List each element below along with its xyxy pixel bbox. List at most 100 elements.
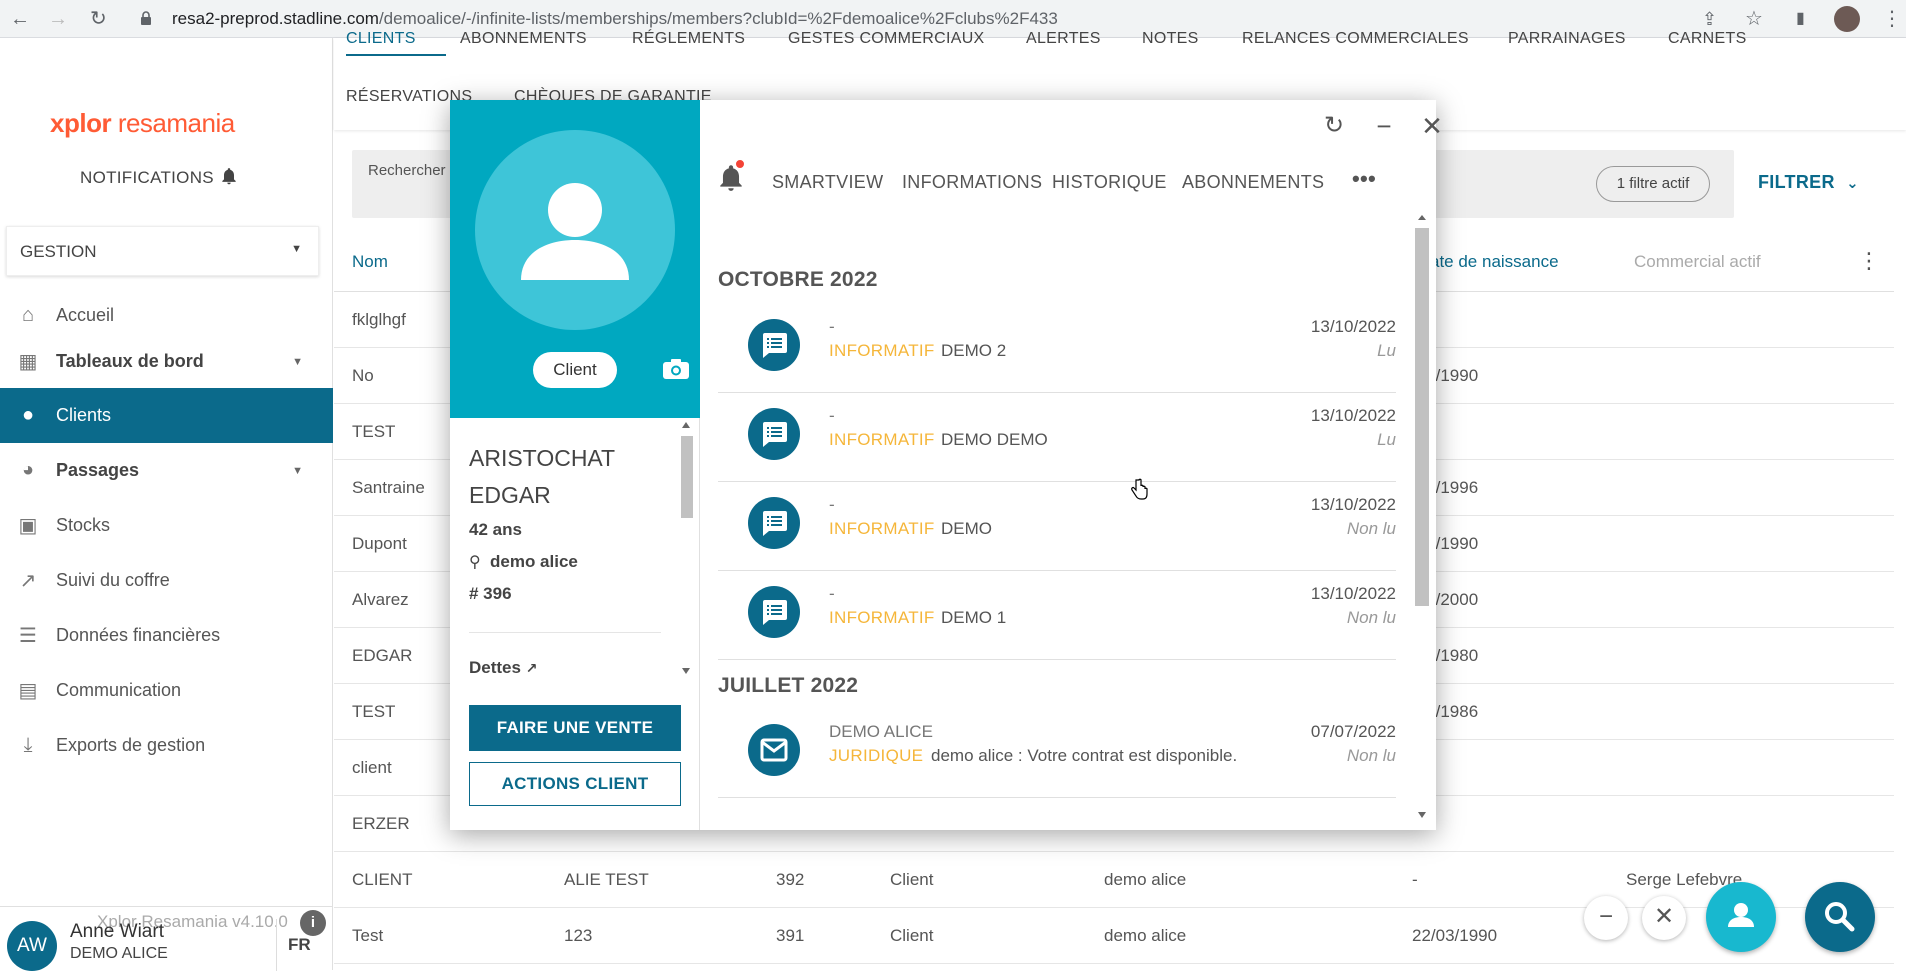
address-bar[interactable]: resa2-preprod.stadline.com/demoalice/-/i… [172, 6, 1782, 32]
gestion-select[interactable]: GESTION ▼ [6, 226, 319, 276]
location-pin-icon: ⚲ [469, 554, 481, 571]
event-read-status: Lu [1377, 430, 1396, 449]
sidebar-item-stocks[interactable]: ▣ Stocks [0, 498, 333, 553]
history-event[interactable]: - INFORMATIF DEMO 1 13/10/2022 Non lu [718, 572, 1396, 660]
download-icon: ⤓ [23, 734, 33, 756]
event-author: - [829, 317, 835, 336]
search-fab[interactable] [1805, 882, 1875, 952]
event-category: INFORMATIF [829, 341, 935, 360]
sidebar-item-passages[interactable]: ◕ Passages ▼ [0, 443, 333, 498]
event-subject: DEMO 1 [941, 608, 1007, 627]
event-date: 07/07/2022 [1310, 722, 1396, 741]
share-icon[interactable]: ⇪ [1702, 9, 1717, 29]
sidebar-item-tableaux-de-bord[interactable]: ▦ Tableaux de bord ▼ [0, 334, 333, 389]
tab-reglements[interactable]: RÉGLEMENTS [632, 30, 745, 48]
scrollbar[interactable] [678, 418, 694, 680]
event-subject: DEMO [941, 519, 992, 538]
event-type-badge [748, 408, 800, 460]
event-date: 13/10/2022 [1310, 406, 1396, 425]
sidebar-item-suivi-du-coffre[interactable]: ↗ Suivi du coffre [0, 553, 333, 608]
history-event[interactable]: - INFORMATIF DEMO 13/10/2022 Non lu [718, 483, 1396, 571]
notifications-button[interactable]: NOTIFICATIONS [80, 166, 239, 188]
event-subject: demo alice : Votre contrat est disponibl… [931, 746, 1238, 765]
column-options-kebab-icon[interactable]: ⋮ [1858, 248, 1880, 274]
more-horizontal-icon[interactable]: ••• [1352, 166, 1376, 192]
client-firstname: EDGAR [469, 482, 551, 508]
message-icon [763, 422, 787, 447]
side-panel-icon[interactable]: ▮ [1796, 9, 1805, 29]
tab-parrainages[interactable]: PARRAINAGES [1508, 30, 1626, 48]
language-switch[interactable]: FR [288, 935, 311, 955]
month-header: JUILLET 2022 [718, 674, 859, 697]
column-header-nom[interactable]: Nom [352, 252, 388, 272]
back-arrow-icon[interactable]: ← [10, 9, 30, 29]
faire-une-vente-button[interactable]: FAIRE UNE VENTE [469, 705, 681, 751]
event-type-badge [748, 586, 800, 638]
divider [276, 919, 277, 971]
minimize-icon[interactable]: − [1370, 112, 1398, 140]
sidebar-item-donnees-financieres[interactable]: ☰ Données financières [0, 608, 333, 663]
table-cell-nom: client [352, 758, 392, 777]
search-input[interactable]: Rechercher [368, 162, 446, 179]
event-category: INFORMATIF [829, 608, 935, 627]
sidebar-item-exports-de-gestion[interactable]: ⤓ Exports de gestion [0, 718, 333, 773]
tab-notes[interactable]: NOTES [1142, 30, 1199, 48]
client-club: demo alice [490, 552, 578, 571]
dettes-link[interactable]: Dettes ↗ [469, 658, 537, 678]
menu-kebab-icon[interactable]: ⋮ [1882, 9, 1902, 29]
history-event[interactable]: - INFORMATIF DEMO 2 13/10/2022 Lu [718, 305, 1396, 393]
table-cell-type: Client [890, 926, 934, 945]
tab-clients[interactable]: CLIENTS [346, 30, 416, 48]
tab-relances-commerciales[interactable]: RELANCES COMMERCIALES [1242, 30, 1469, 48]
month-header: OCTOBRE 2022 [718, 268, 878, 291]
client-type-chip: Client [533, 352, 617, 388]
history-event[interactable]: DEMO ALICE JURIDIQUE demo alice : Votre co… [718, 710, 1396, 798]
bookmark-star-icon[interactable]: ☆ [1745, 9, 1763, 29]
sidebar-item-label: Clients [56, 405, 112, 425]
column-header-naissance[interactable]: ate de naissance [1430, 252, 1559, 272]
tab-gestes-commerciaux[interactable]: GESTES COMMERCIAUX [788, 30, 985, 48]
client-lastname: ARISTOCHAT [469, 445, 616, 471]
client-fab[interactable] [1706, 882, 1776, 952]
tab-alertes[interactable]: ALERTES [1026, 30, 1101, 48]
active-filter-chip[interactable]: 1 filtre actif [1596, 166, 1710, 202]
tab-abonnements[interactable]: ABONNEMENTS [460, 30, 587, 48]
actions-client-button[interactable]: ACTIONS CLIENT [469, 762, 681, 806]
event-author: - [829, 495, 835, 514]
external-link-icon: ↗ [525, 660, 538, 676]
tab-historique[interactable]: HISTORIQUE [1052, 172, 1167, 193]
forward-arrow-icon[interactable]: → [48, 9, 68, 29]
tab-abonnements[interactable]: ABONNEMENTS [1182, 172, 1324, 193]
column-header-commercial[interactable]: Commercial actif [1634, 252, 1761, 272]
history-event[interactable]: - INFORMATIF DEMO DEMO 13/10/2022 Lu [718, 394, 1396, 482]
filter-button[interactable]: FILTRER ⌄ [1758, 172, 1859, 193]
event-type-badge [748, 724, 800, 776]
event-type-badge [748, 497, 800, 549]
event-date: 13/10/2022 [1310, 495, 1396, 514]
close-fab[interactable]: ✕ [1642, 896, 1686, 940]
scrollbar[interactable] [1412, 212, 1432, 824]
sidebar-item-communication[interactable]: ▤ Communication [0, 663, 333, 718]
table-cell-nom: ERZER [352, 814, 410, 833]
profile-avatar[interactable] [1834, 6, 1860, 32]
event-subject: DEMO 2 [941, 341, 1007, 360]
sidebar-item-label: Accueil [56, 305, 115, 325]
table-cell-naissance: - [1412, 870, 1418, 889]
table-cell-type: Client [890, 870, 934, 889]
tab-informations[interactable]: INFORMATIONS [902, 172, 1042, 193]
avatar[interactable]: AW [7, 921, 57, 971]
mail-icon [760, 738, 788, 762]
refresh-icon[interactable]: ↻ [1320, 112, 1348, 140]
event-read-status: Non lu [1346, 519, 1396, 538]
logo-xplor: xplor [50, 108, 112, 138]
close-icon[interactable]: ✕ [1418, 112, 1446, 140]
camera-icon[interactable] [662, 358, 690, 380]
reload-icon[interactable]: ↻ [90, 9, 107, 29]
event-type-badge [748, 319, 800, 371]
tab-carnets[interactable]: CARNETS [1668, 30, 1747, 48]
table-cell-prenom: 123 [564, 926, 593, 945]
sidebar-item-clients[interactable]: ● Clients [0, 388, 333, 443]
minimize-fab[interactable]: − [1584, 896, 1628, 940]
tab-smartview[interactable]: SMARTVIEW [772, 172, 883, 193]
sidebar-item-label: Exports de gestion [56, 735, 206, 755]
